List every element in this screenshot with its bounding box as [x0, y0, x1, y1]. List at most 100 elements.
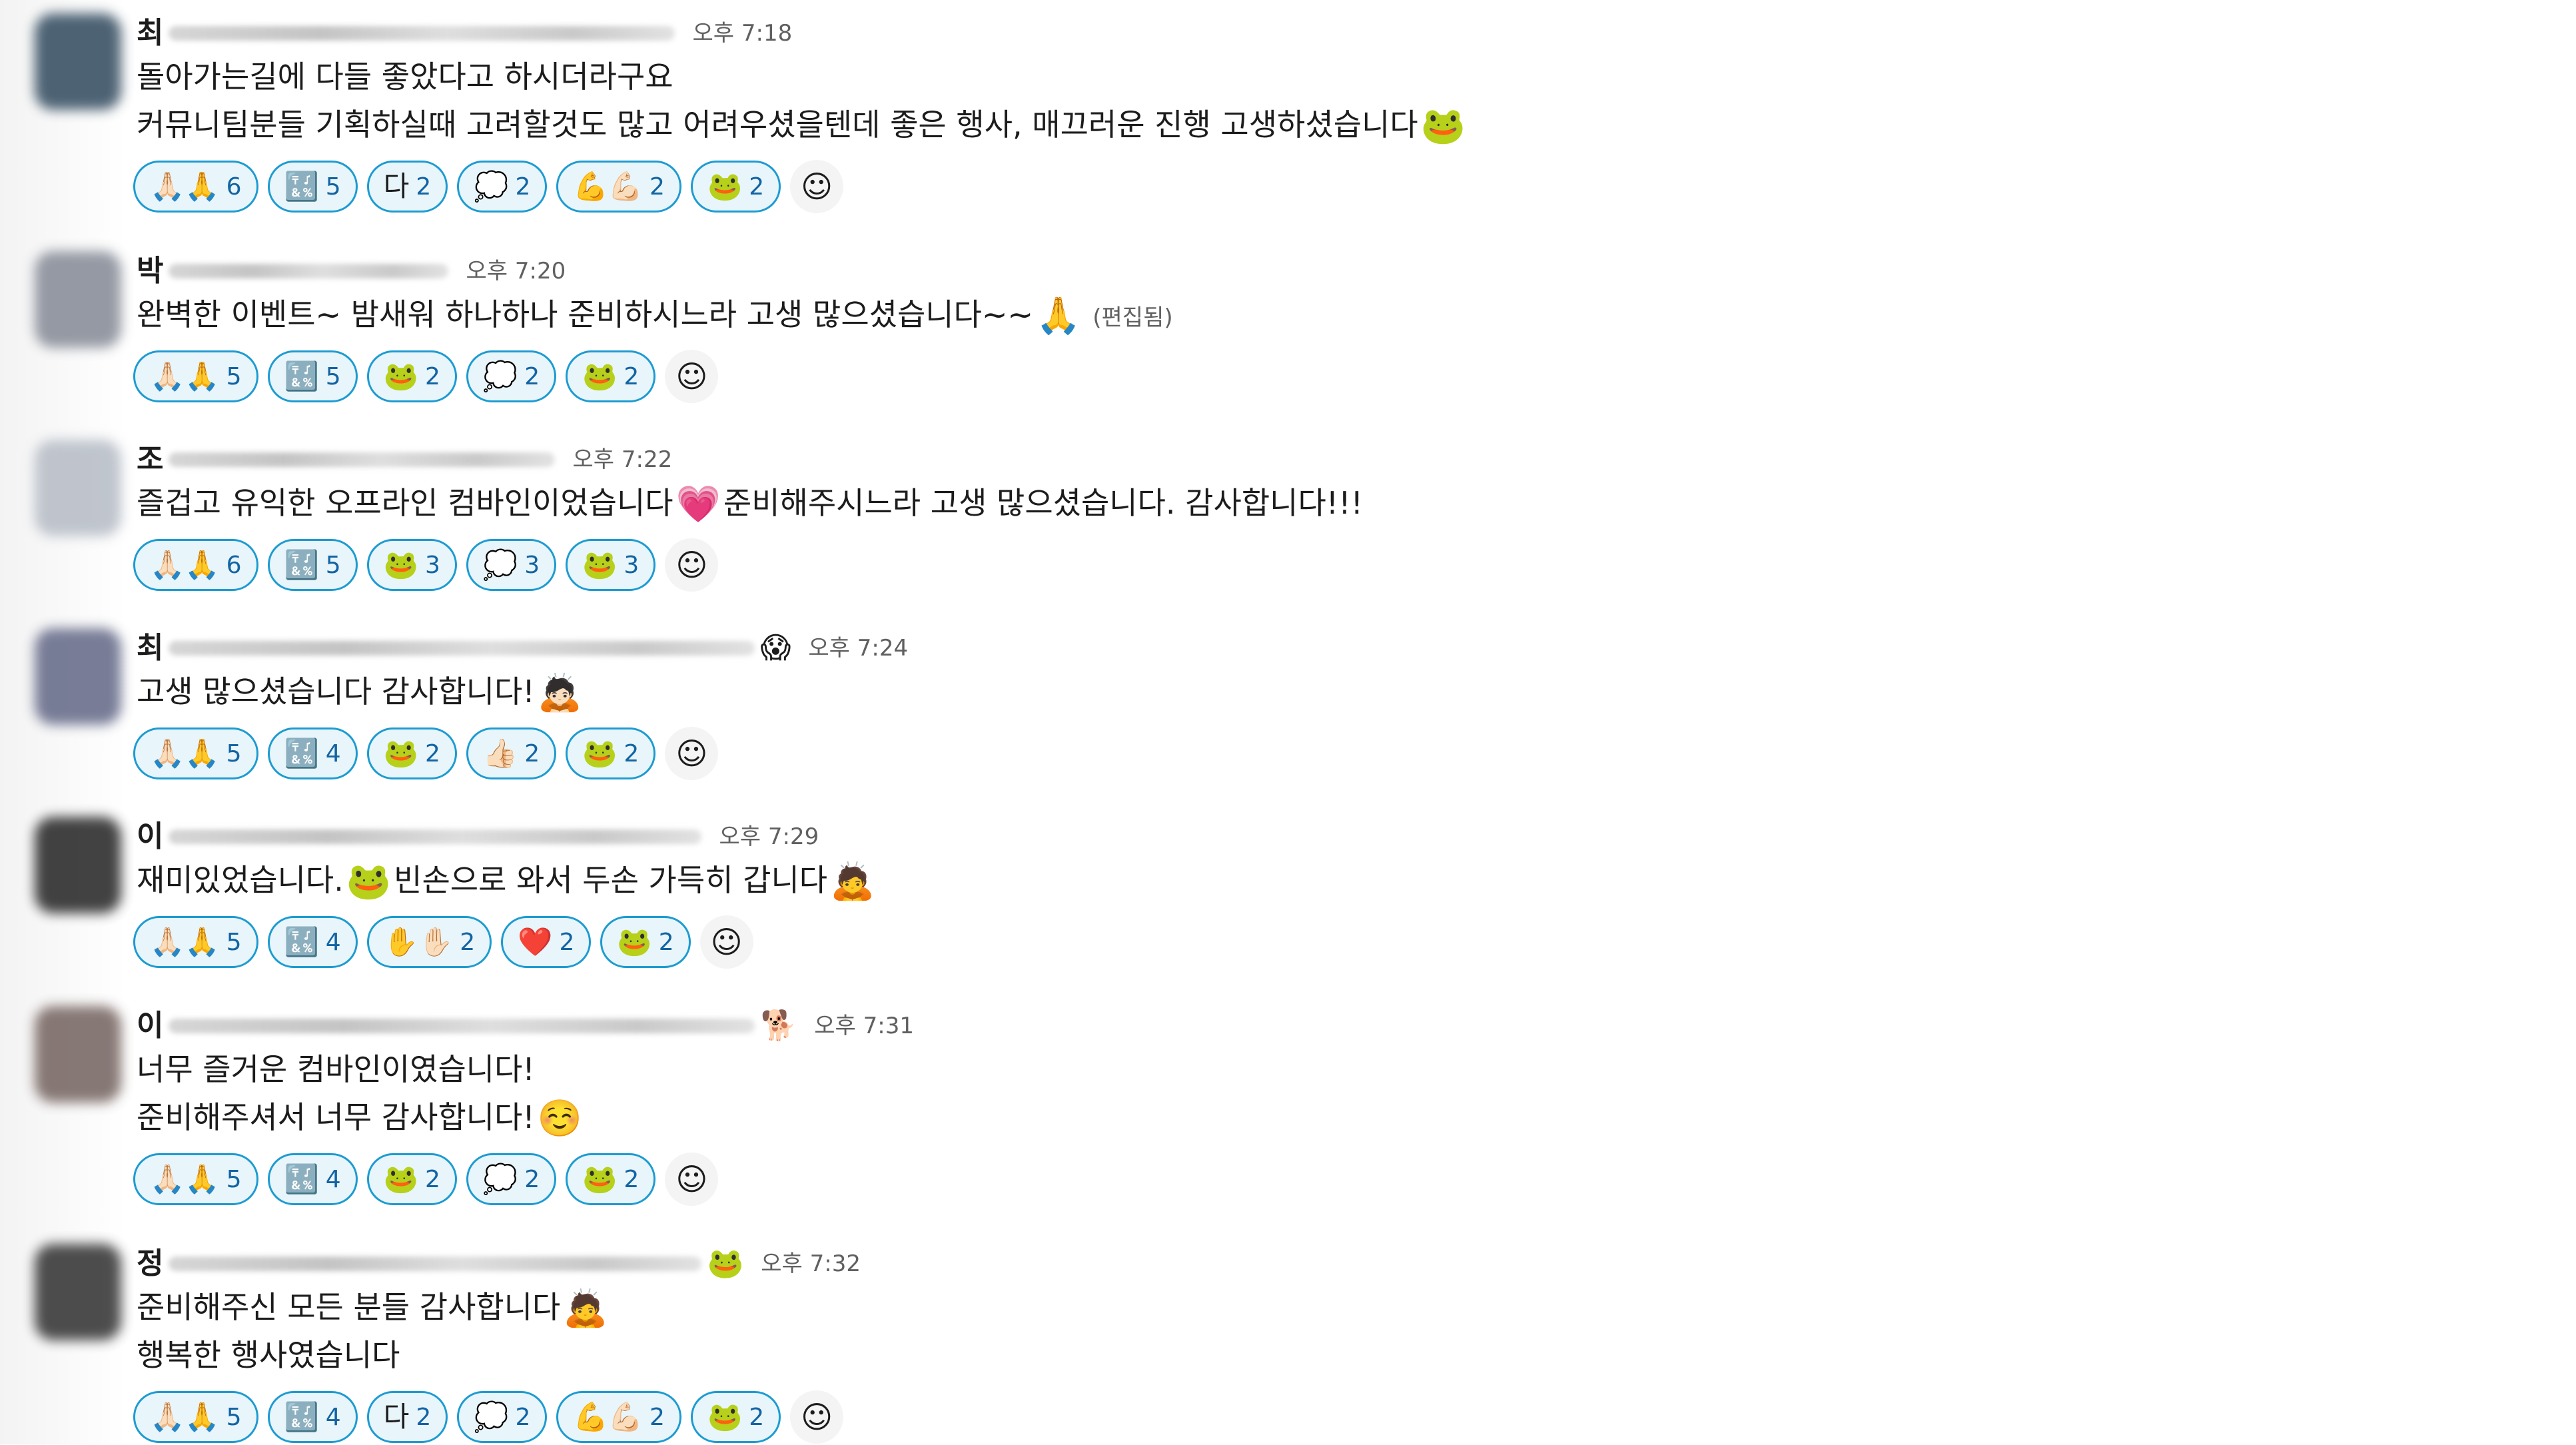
blurred-name — [169, 829, 702, 844]
avatar[interactable] — [35, 13, 121, 110]
author-name[interactable]: 이 — [137, 1006, 163, 1046]
reaction-pill[interactable]: 다2 — [366, 161, 448, 213]
timestamp[interactable]: 오후 7:31 — [814, 1006, 914, 1046]
reaction-pill[interactable]: 🐸 2 — [366, 727, 457, 779]
message-text: 행복한 행사였습니다 — [137, 1332, 400, 1378]
reaction-pill[interactable]: 🔣 5 — [267, 539, 358, 591]
reaction-count: 5 — [325, 551, 341, 579]
avatar[interactable] — [35, 817, 121, 913]
add-reaction-icon[interactable]: ☺︎ — [665, 727, 719, 780]
add-reaction-icon[interactable]: ☺︎ — [665, 538, 719, 592]
author-name[interactable]: 최 — [137, 628, 163, 668]
status-emoji-icon: 🐸 — [707, 1246, 744, 1280]
timestamp[interactable]: 오후 7:18 — [692, 13, 792, 53]
reaction-emoji-icon: 💭 — [474, 1400, 509, 1433]
reaction-pill[interactable]: 🔣 4 — [267, 1153, 358, 1205]
avatar[interactable] — [35, 1244, 121, 1340]
message-header: 조 오후 7:22 — [137, 440, 672, 480]
reaction-pill[interactable]: 🐸 2 — [366, 350, 457, 402]
reaction-pill[interactable]: 🐸 2 — [600, 916, 691, 968]
add-reaction-icon[interactable]: ☺︎ — [665, 1153, 719, 1206]
reaction-pill[interactable]: 💪💪🏻 2 — [556, 1391, 681, 1443]
reaction-count: 6 — [226, 173, 242, 201]
reaction-bar: 🙏🏻🙏 5 🔣 5 🐸 2 💭 2 🐸 2 ☺︎ — [133, 348, 719, 404]
message-text-segment: 커뮤니팀분들 기획하실때 고려할것도 많고 어려우셨을텐데 좋은 행사, 매끄러… — [137, 107, 1418, 143]
timestamp[interactable]: 오후 7:32 — [761, 1244, 861, 1284]
timestamp[interactable]: 오후 7:29 — [719, 817, 819, 857]
message-header: 최 😱 오후 7:24 — [137, 628, 908, 668]
reaction-pill[interactable]: 🙏🏻🙏 5 — [133, 1391, 258, 1443]
reaction-count: 3 — [524, 551, 540, 579]
author-name[interactable]: 이 — [137, 817, 163, 857]
author-name[interactable]: 조 — [137, 440, 163, 480]
timestamp[interactable]: 오후 7:24 — [808, 628, 908, 668]
reaction-pill[interactable]: 🐸 3 — [566, 539, 656, 591]
reaction-pill[interactable]: 🐸 2 — [366, 1153, 457, 1205]
message-text: 즐겁고 유익한 오프라인 컴바인이었습니다💗준비해주시느라 고생 많으셨습니다.… — [137, 480, 1363, 526]
add-reaction-icon[interactable]: ☺︎ — [790, 160, 844, 213]
avatar[interactable] — [35, 628, 121, 725]
reaction-pill[interactable]: 🙏🏻🙏 6 — [133, 539, 258, 591]
reaction-pill[interactable]: 🔣 5 — [267, 350, 358, 402]
author-name[interactable]: 정 — [137, 1244, 163, 1284]
reaction-emoji-icon: 🔣 — [284, 360, 319, 392]
reaction-count: 2 — [515, 1403, 531, 1431]
reaction-count: 2 — [749, 173, 765, 201]
reaction-pill[interactable]: 💭 2 — [466, 1153, 557, 1205]
reaction-emoji-icon: 👍🏻 — [482, 737, 518, 769]
reaction-pill[interactable]: 🐸 2 — [566, 727, 656, 779]
add-reaction-icon[interactable]: ☺︎ — [699, 915, 753, 969]
message-header: 박 오후 7:20 — [137, 251, 566, 291]
reaction-count: 2 — [524, 739, 540, 767]
reaction-pill[interactable]: 🙏🏻🙏 5 — [133, 1153, 258, 1205]
reaction-pill[interactable]: 🙏🏻🙏 6 — [133, 161, 258, 213]
reaction-emoji-icon: 🙏🏻🙏 — [150, 737, 220, 769]
reaction-pill[interactable]: 🔣 4 — [267, 1391, 358, 1443]
reaction-emoji-icon: 🙏🏻🙏 — [150, 1163, 220, 1195]
reaction-pill[interactable]: 🙏🏻🙏 5 — [133, 727, 258, 779]
avatar[interactable] — [35, 440, 121, 536]
reaction-pill[interactable]: 💪💪🏻 2 — [556, 161, 681, 213]
avatar[interactable] — [35, 251, 121, 348]
reaction-pill[interactable]: 👍🏻 2 — [466, 727, 557, 779]
reaction-pill[interactable]: 🙏🏻🙏 5 — [133, 350, 258, 402]
reaction-count: 2 — [460, 928, 476, 956]
reaction-count: 2 — [749, 1403, 765, 1431]
timestamp[interactable]: 오후 7:20 — [466, 251, 566, 291]
reaction-pill[interactable]: 💭 3 — [466, 539, 557, 591]
reaction-count: 2 — [624, 1165, 640, 1193]
reaction-emoji-icon: 💭 — [482, 1163, 518, 1195]
reaction-emoji-icon: 🙏🏻🙏 — [150, 1400, 220, 1433]
reaction-pill[interactable]: 💭 2 — [466, 350, 557, 402]
add-reaction-icon[interactable]: ☺︎ — [790, 1390, 844, 1444]
timestamp[interactable]: 오후 7:22 — [572, 440, 672, 480]
reaction-pill[interactable]: 🐸 2 — [566, 350, 656, 402]
reaction-pill[interactable]: 🐸 2 — [690, 161, 781, 213]
message-header: 정 🐸 오후 7:32 — [137, 1244, 861, 1284]
reaction-emoji-icon: ✋✋🏻 — [383, 925, 454, 958]
reaction-count: 3 — [624, 551, 640, 579]
reaction-emoji-icon: 🐸 — [582, 548, 618, 581]
inline-emoji-icon: 🐸 — [1420, 105, 1466, 147]
author-name[interactable]: 최 — [137, 13, 163, 53]
reaction-emoji-icon: 💭 — [482, 548, 518, 581]
reaction-pill[interactable]: 🔣 4 — [267, 727, 358, 779]
add-reaction-icon[interactable]: ☺︎ — [665, 350, 719, 403]
reaction-pill[interactable]: 🔣 5 — [267, 161, 358, 213]
reaction-count: 2 — [425, 362, 440, 390]
reaction-pill[interactable]: 🐸 2 — [566, 1153, 656, 1205]
reaction-pill[interactable]: 🐸 2 — [690, 1391, 781, 1443]
reaction-pill[interactable]: 💭 2 — [457, 161, 548, 213]
reaction-pill[interactable]: 다2 — [366, 1391, 448, 1443]
message-text: 완벽한 이벤트~ 밤새워 하나하나 준비하시느라 고생 많으셨습니다~~🙏 (편집… — [137, 291, 1173, 341]
reaction-pill[interactable]: 🐸 3 — [366, 539, 457, 591]
blurred-name — [169, 264, 449, 278]
reaction-pill[interactable]: ❤️ 2 — [501, 916, 592, 968]
reaction-pill[interactable]: 🙏🏻🙏 5 — [133, 916, 258, 968]
reaction-pill[interactable]: 🔣 4 — [267, 916, 358, 968]
author-name[interactable]: 박 — [137, 251, 163, 291]
avatar[interactable] — [35, 1006, 121, 1103]
message-text-segment: 행복한 행사였습니다 — [137, 1337, 400, 1373]
reaction-pill[interactable]: 💭 2 — [457, 1391, 548, 1443]
reaction-pill[interactable]: ✋✋🏻 2 — [366, 916, 492, 968]
